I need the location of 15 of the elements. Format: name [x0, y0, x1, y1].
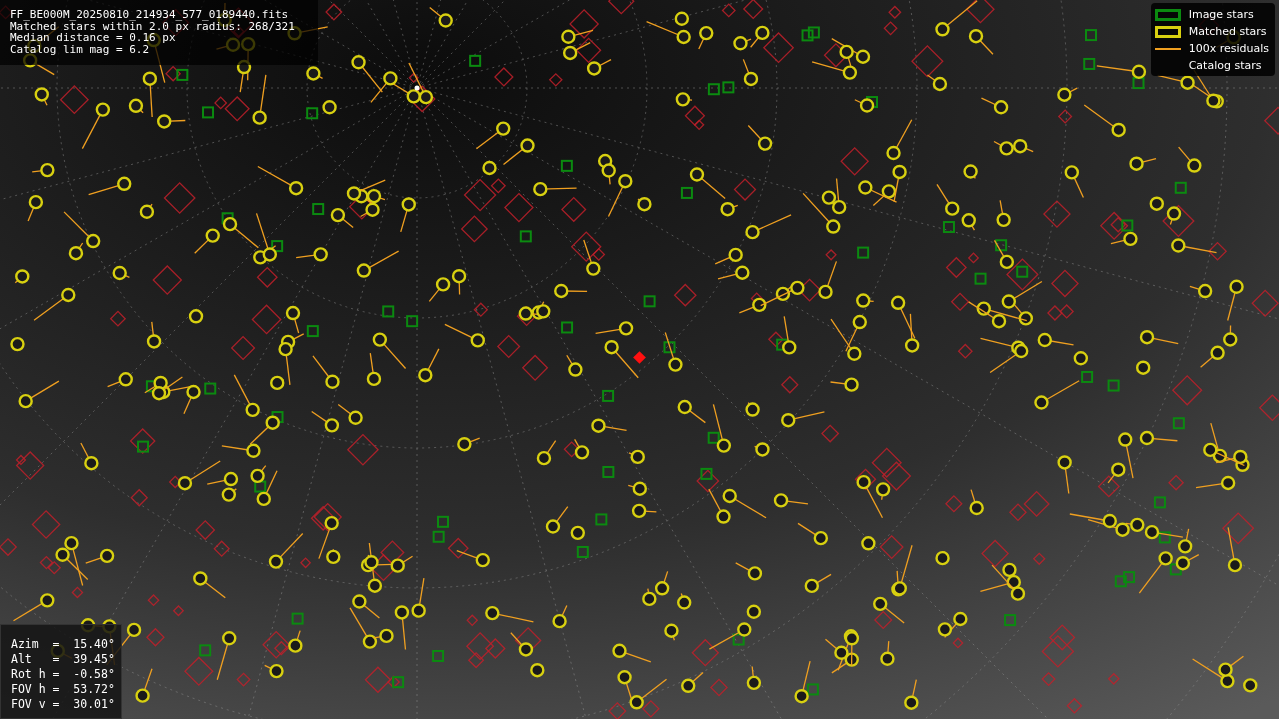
square-swatch-icon [1154, 8, 1181, 21]
pointing-text: FOV h = 53.72° [11, 682, 113, 697]
info-text: Matched stars within 2.0 px radius: 268/321 [10, 20, 296, 32]
info-text: Catalog lim mag = 6.2 [10, 43, 151, 55]
line-swatch-icon [1154, 46, 1181, 51]
pointing-text: Azim = 15.40° [11, 637, 113, 652]
pointing-text: FOV v = 30.01° [11, 697, 113, 712]
info-text: FF_BE000M_20250810_214934_577_0189440.fits [10, 9, 290, 21]
pointing-text: Rot h = -0.58° [11, 667, 113, 682]
legend-label: Matched stars [1188, 25, 1267, 38]
legend-label: Catalog stars [1188, 59, 1262, 72]
pointing-text: Alt = 39.45° [11, 652, 113, 667]
info-text: Median distance = 0.16 px [10, 32, 176, 44]
legend-label: Image stars [1188, 8, 1254, 21]
legend-label: 100x residuals [1188, 42, 1269, 55]
